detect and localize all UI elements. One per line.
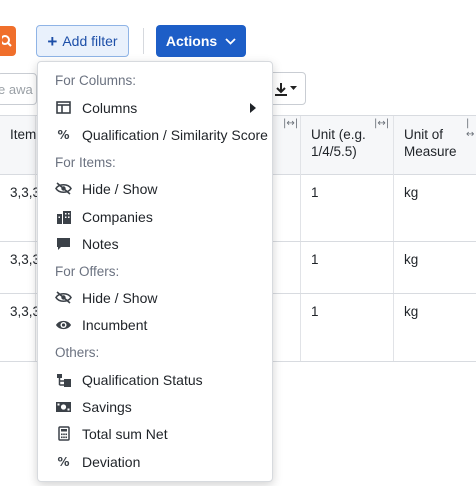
chevron-down-icon (225, 37, 236, 45)
menu-item-notes[interactable]: Notes (38, 230, 272, 257)
menu-item-label: Qualification / Similarity Score (82, 126, 268, 143)
columns-icon (55, 99, 72, 116)
eye-slash-icon (55, 289, 72, 306)
cell-unit: 1 (301, 242, 394, 293)
menu-item-label: Hide / Show (82, 180, 158, 197)
add-filter-dropdown-menu: For Columns: Columns % Qualification / S… (37, 61, 273, 482)
menu-item-label: Notes (82, 235, 119, 252)
menu-item-label: Companies (82, 208, 153, 225)
actions-label: Actions (165, 33, 218, 49)
cell-item: 3,3,3 (0, 175, 40, 241)
menu-item-label: Total sum Net (82, 425, 168, 442)
search-input[interactable]: e awa (0, 73, 37, 105)
cell-unit: 1 (301, 175, 394, 241)
search-button[interactable] (0, 26, 16, 56)
cell-uom: kg (404, 252, 419, 267)
calculator-icon (55, 425, 72, 442)
toolbar-divider (143, 28, 144, 54)
column-header-unit-of-measure[interactable]: Unit of Measure (394, 116, 476, 175)
menu-item-qualification-score[interactable]: % Qualification / Similarity Score (38, 121, 272, 148)
menu-item-incumbent[interactable]: Incumbent (38, 311, 272, 338)
plus-icon: + (47, 31, 58, 51)
caret-down-icon (290, 86, 297, 90)
menu-item-qualification-status[interactable]: Qualification Status (38, 366, 272, 393)
menu-item-companies[interactable]: Companies (38, 203, 272, 230)
submenu-arrow-icon (250, 103, 256, 113)
menu-section-columns: For Columns: (55, 73, 137, 88)
sitemap-icon (55, 371, 72, 388)
percent-icon: % (57, 454, 70, 469)
money-bill-icon (55, 398, 72, 415)
comment-icon (55, 235, 72, 252)
eye-slash-icon (55, 180, 72, 197)
menu-item-label: Savings (82, 398, 132, 415)
building-icon (55, 208, 72, 225)
menu-item-label: Qualification Status (82, 371, 203, 388)
menu-item-savings[interactable]: Savings (38, 393, 272, 420)
resize-handle-icon[interactable]: |↔| (283, 118, 298, 129)
cell-uom: kg (404, 185, 419, 200)
actions-button[interactable]: Actions (156, 25, 246, 57)
resize-handle-icon[interactable]: |↔| (374, 118, 389, 129)
download-icon (275, 82, 287, 96)
add-filter-button[interactable]: + Add filter (36, 25, 129, 57)
add-filter-label: Add filter (62, 33, 118, 49)
eye-icon (55, 316, 72, 333)
menu-item-label: Deviation (82, 453, 141, 470)
menu-item-items-hide-show[interactable]: Hide / Show (38, 175, 272, 202)
resize-handle-icon[interactable]: |↔ (466, 118, 476, 140)
menu-section-others: Others: (55, 345, 100, 360)
cell-item: 3,3,3 (0, 242, 40, 293)
cell-uom: kg (404, 304, 419, 319)
cell-item: 3,3,3 (0, 294, 40, 361)
menu-item-columns[interactable]: Columns (38, 94, 272, 121)
percent-icon: % (57, 127, 70, 142)
menu-item-deviation[interactable]: % Deviation (38, 448, 272, 475)
column-header-item[interactable]: Item (0, 116, 36, 175)
menu-item-offers-hide-show[interactable]: Hide / Show (38, 284, 272, 311)
menu-section-items: For Items: (55, 155, 116, 170)
menu-section-offers: For Offers: (55, 264, 120, 279)
menu-item-label: Columns (82, 99, 138, 116)
menu-item-label: Hide / Show (82, 289, 158, 306)
search-placeholder: e awa (0, 81, 33, 97)
menu-item-label: Incumbent (82, 316, 148, 333)
menu-item-total-sum-net[interactable]: Total sum Net (38, 420, 272, 447)
cell-unit: 1 (301, 294, 394, 361)
search-icon (2, 35, 12, 47)
